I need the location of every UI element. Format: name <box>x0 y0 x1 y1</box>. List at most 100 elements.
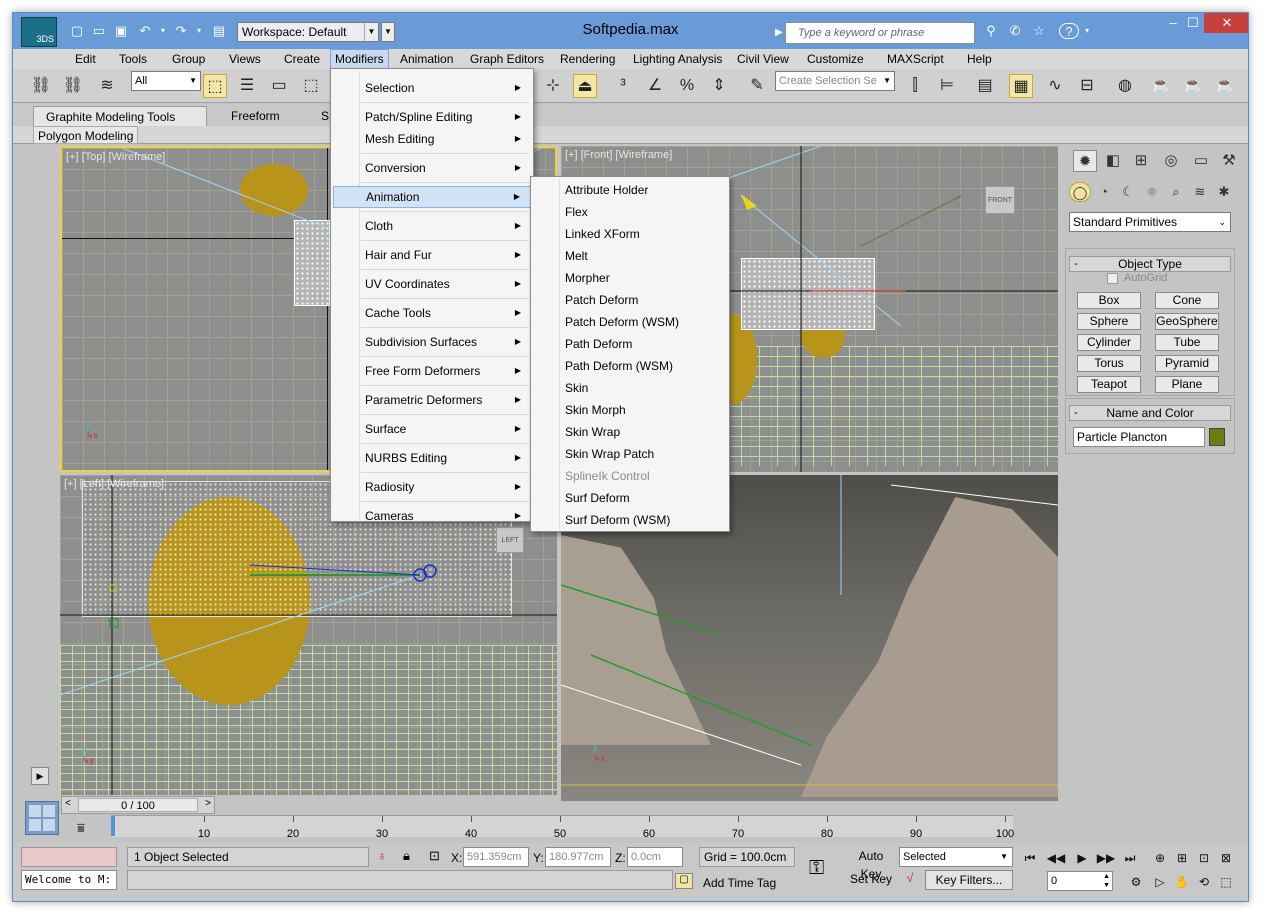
search-input[interactable]: Type a keyword or phrase <box>785 22 975 44</box>
animation-submenu-item[interactable]: Patch Deform (WSM) <box>533 311 727 333</box>
space-warps-icon[interactable]: ≋ <box>1189 182 1211 202</box>
hierarchy-tab-icon[interactable]: ⊞ <box>1129 150 1153 172</box>
animation-submenu-item[interactable]: Patch Deform <box>533 289 727 311</box>
binoculars-icon[interactable]: ⚲ <box>983 23 999 39</box>
modifiers-menu-item[interactable]: Radiosity ▶ <box>333 476 531 498</box>
snaps-toggle-icon[interactable]: ³ <box>611 74 635 98</box>
curve-editor-icon[interactable]: ∿ <box>1043 74 1067 98</box>
time-slider-next-icon[interactable]: > <box>205 798 211 809</box>
set-key-button[interactable]: Set Key <box>847 870 895 890</box>
viewport-label[interactable]: [+] [Left] [Wireframe] <box>64 478 164 490</box>
object-color-swatch[interactable] <box>1209 428 1225 446</box>
key-mode-dropdown[interactable]: Selected ▼ <box>899 847 1013 867</box>
x-coordinate-input[interactable]: 591.359cm <box>463 847 529 867</box>
spinner-snap-icon[interactable]: ⇕ <box>707 74 731 98</box>
shapes-icon[interactable]: ◔ <box>1093 182 1115 202</box>
select-and-link-icon[interactable]: ⛓ <box>29 74 53 98</box>
animation-submenu-item[interactable]: Morpher <box>533 267 727 289</box>
cameras-icon[interactable]: ⌾ <box>1141 182 1163 202</box>
display-tab-icon[interactable]: ▭ <box>1189 150 1213 172</box>
geometry-icon[interactable]: ◯ <box>1069 182 1091 202</box>
add-time-tag-icon[interactable]: ▢ <box>675 873 693 889</box>
object-name-input[interactable]: Particle Plancton <box>1073 427 1205 447</box>
animation-submenu-item[interactable]: Skin Morph <box>533 399 727 421</box>
layer-manager-icon[interactable]: ▤ <box>973 74 997 98</box>
modifiers-menu-item[interactable]: Cloth ▶ <box>333 215 531 237</box>
zoom-all-icon[interactable]: ⊞ <box>1171 849 1193 867</box>
utilities-tab-icon[interactable]: ⚒ <box>1217 150 1241 172</box>
tab-freeform[interactable]: Freeform <box>219 106 292 126</box>
next-frame-icon[interactable]: ▶▶ <box>1095 849 1117 867</box>
menu-edit[interactable]: Edit <box>71 49 100 69</box>
spinner-icon[interactable]: ▲ ▼ <box>1103 872 1110 890</box>
object-type-header[interactable]: - Object Type <box>1069 256 1231 272</box>
menu-customize[interactable]: Customize <box>803 49 868 69</box>
play-icon[interactable]: ▶ <box>1071 849 1093 867</box>
menu-maxscript[interactable]: MAXScript <box>883 49 948 69</box>
modifiers-menu-item[interactable]: Free Form Deformers ▶ <box>333 360 531 382</box>
favorites-star-icon[interactable]: ☆ <box>1031 23 1047 39</box>
time-configuration-icon[interactable]: ⚙ <box>1125 873 1147 891</box>
window-crossing-icon[interactable]: ⬚ <box>299 74 323 98</box>
key-tangent-icon[interactable]: √ <box>899 871 921 889</box>
animation-submenu-item[interactable]: Surf Deform <box>533 487 727 509</box>
box-button[interactable]: Box <box>1077 292 1141 309</box>
field-of-view-icon[interactable]: ▷ <box>1149 873 1171 891</box>
modify-tab-icon[interactable]: ◧ <box>1101 150 1125 172</box>
rectangular-selection-icon[interactable]: ▭ <box>267 74 291 98</box>
angle-snap-icon[interactable]: ∠ <box>643 74 667 98</box>
tube-button[interactable]: Tube <box>1155 334 1219 351</box>
torus-button[interactable]: Torus <box>1077 355 1141 372</box>
communication-icon[interactable]: ✆ <box>1007 23 1023 39</box>
sphere-button[interactable]: Sphere <box>1077 313 1141 330</box>
pyramid-button[interactable]: Pyramid <box>1155 355 1219 372</box>
absolute-mode-icon[interactable]: ⊡ <box>429 848 440 864</box>
animation-submenu-item[interactable]: Melt <box>533 245 727 267</box>
material-editor-icon[interactable]: ◍ <box>1113 74 1137 98</box>
geosphere-button[interactable]: GeoSphere <box>1155 313 1219 330</box>
modifiers-menu-item[interactable]: Animation ▶ <box>333 186 531 208</box>
modifiers-menu-item[interactable]: Cameras ▶ <box>333 505 531 527</box>
zoom-extents-all-icon[interactable]: ⊠ <box>1215 849 1237 867</box>
help-icon[interactable]: ? <box>1059 23 1079 39</box>
align-icon[interactable]: ⊨ <box>935 74 959 98</box>
timeline-cursor[interactable] <box>111 816 115 836</box>
percent-snap-icon[interactable]: % <box>675 74 699 98</box>
selection-lock-icon[interactable]: 🔒︎ <box>403 848 410 864</box>
helpers-icon[interactable]: ⌕ <box>1165 182 1187 202</box>
animation-submenu-item[interactable]: Surf Deform (WSM) <box>533 509 727 531</box>
menu-lighting-analysis[interactable]: Lighting Analysis <box>629 49 726 69</box>
close-button[interactable]: ✕ <box>1204 13 1248 33</box>
motion-tab-icon[interactable]: ◎ <box>1159 150 1183 172</box>
animation-submenu-item[interactable]: Path Deform <box>533 333 727 355</box>
select-object-icon[interactable]: ⬚ <box>203 74 227 98</box>
animation-submenu-item[interactable]: Skin Wrap Patch <box>533 443 727 465</box>
modifiers-menu-item[interactable]: Parametric Deformers ▶ <box>333 389 531 411</box>
modifiers-menu-item[interactable]: Conversion ▶ <box>333 157 531 179</box>
viewport-layout-icon[interactable] <box>25 801 59 835</box>
play-sidebar-button[interactable]: ▶ <box>31 767 49 785</box>
add-time-tag-label[interactable]: Add Time Tag <box>703 876 776 890</box>
modifiers-menu-item[interactable]: Surface ▶ <box>333 418 531 440</box>
ribbon-panel-label[interactable]: Polygon Modeling <box>33 126 139 144</box>
menu-graph-editors[interactable]: Graph Editors <box>466 49 548 69</box>
mirror-icon[interactable]: ⫿ <box>903 74 927 98</box>
modifiers-menu-item[interactable]: Mesh Editing ▶ <box>333 128 531 150</box>
time-slider-prev-icon[interactable]: < <box>65 798 71 809</box>
key-icon[interactable]: ⚿ <box>809 857 824 880</box>
cone-button[interactable]: Cone <box>1155 292 1219 309</box>
modifiers-menu-item[interactable]: UV Coordinates ▶ <box>333 273 531 295</box>
modifiers-menu-item[interactable]: Cache Tools ▶ <box>333 302 531 324</box>
animation-submenu-item[interactable]: Path Deform (WSM) <box>533 355 727 377</box>
unlink-selection-icon[interactable]: ⛓ <box>61 74 85 98</box>
previous-frame-icon[interactable]: ◀◀ <box>1045 849 1067 867</box>
graphite-toggle-icon[interactable]: ▦ <box>1009 74 1033 98</box>
cylinder-button[interactable]: Cylinder <box>1077 334 1141 351</box>
modifiers-menu-item[interactable]: Hair and Fur ▶ <box>333 244 531 266</box>
modifiers-menu-item[interactable]: NURBS Editing ▶ <box>333 447 531 469</box>
name-color-header[interactable]: - Name and Color <box>1069 405 1231 421</box>
selection-filter-dropdown[interactable]: All ▼ <box>131 71 201 91</box>
modifiers-menu-item[interactable]: Selection ▶ <box>333 77 531 99</box>
pan-view-icon[interactable]: ✋ <box>1171 873 1193 891</box>
zoom-extents-icon[interactable]: ⊡ <box>1193 849 1215 867</box>
